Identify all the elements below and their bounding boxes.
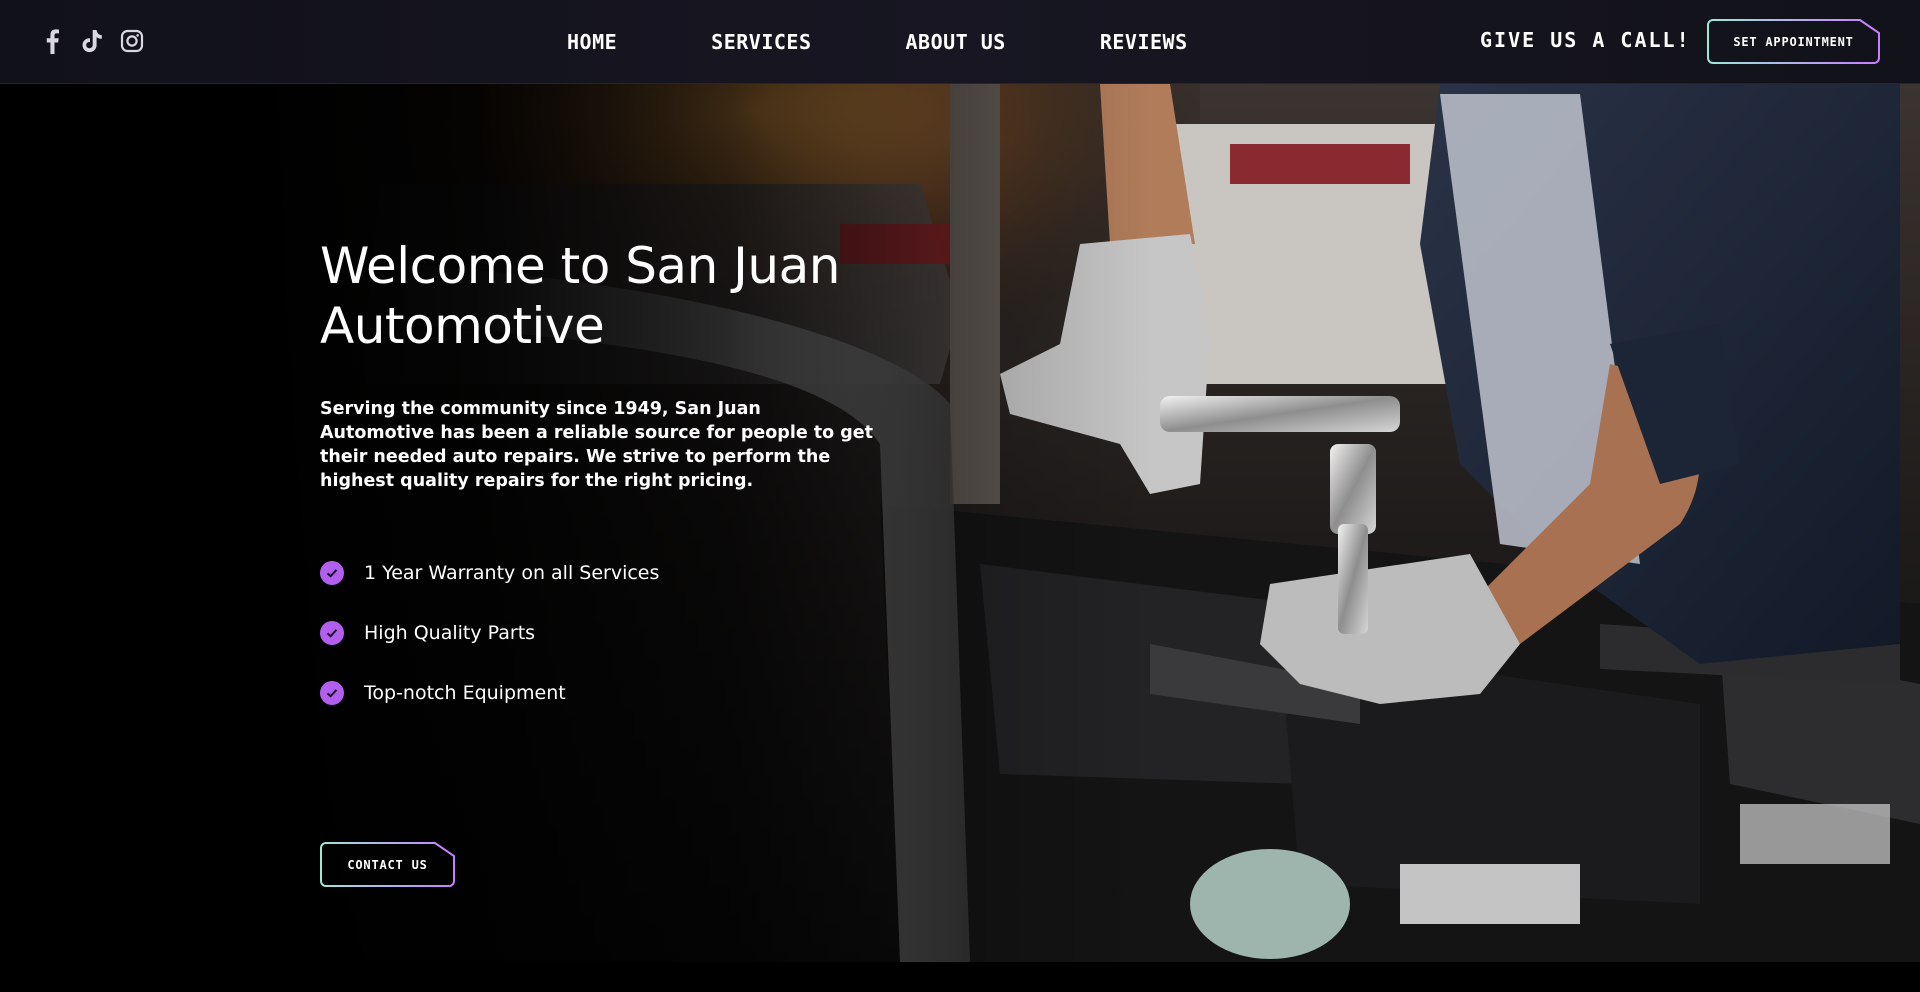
feature-label: 1 Year Warranty on all Services: [364, 562, 660, 584]
main-menu: HOME SERVICES ABOUT US REVIEWS: [567, 0, 1188, 84]
call-us-link[interactable]: GIVE US A CALL!: [1480, 28, 1691, 52]
hero-description: Serving the community since 1949, San Ju…: [320, 399, 874, 491]
check-icon: [320, 681, 344, 705]
nav-link-reviews[interactable]: REVIEWS: [1100, 30, 1188, 54]
top-navbar: HOME SERVICES ABOUT US REVIEWS GIVE US A…: [0, 0, 1920, 84]
hero-title: Welcome to San Juan Automotive: [320, 236, 940, 356]
contact-us-label: CONTACT US: [347, 857, 428, 872]
feature-item: High Quality Parts: [320, 603, 659, 663]
feature-label: Top-notch Equipment: [364, 682, 566, 704]
tiktok-icon[interactable]: [80, 26, 104, 56]
hero-title-line2: Automotive: [320, 297, 605, 355]
hero-dark-gradient: [0, 84, 1920, 962]
hero-section: Welcome to San Juan Automotive Serving t…: [0, 84, 1920, 962]
bottom-strip: [0, 962, 1920, 992]
set-appointment-button[interactable]: SET APPOINTMENT: [1707, 19, 1880, 64]
feature-label: High Quality Parts: [364, 622, 536, 644]
feature-item: 1 Year Warranty on all Services: [320, 543, 659, 603]
hero-title-line1: Welcome to San Juan: [320, 237, 840, 295]
social-links: [40, 26, 144, 56]
nav-link-services[interactable]: SERVICES: [711, 30, 811, 54]
feature-list: 1 Year Warranty on all Services High Qua…: [320, 543, 659, 723]
set-appointment-label: SET APPOINTMENT: [1733, 34, 1854, 49]
contact-us-button[interactable]: CONTACT US: [320, 842, 455, 887]
instagram-icon[interactable]: [120, 26, 144, 56]
nav-link-home[interactable]: HOME: [567, 30, 617, 54]
check-icon: [320, 621, 344, 645]
nav-link-about-us[interactable]: ABOUT US: [906, 30, 1006, 54]
facebook-icon[interactable]: [40, 26, 64, 56]
feature-item: Top-notch Equipment: [320, 663, 659, 723]
check-icon: [320, 561, 344, 585]
